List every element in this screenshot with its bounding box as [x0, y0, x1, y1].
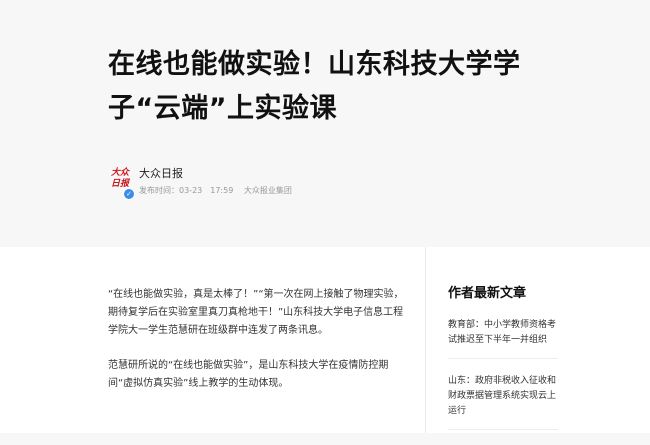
sidebar-article-link[interactable]: 山东：政府非税收入征收和财政票据管理系统实现云上运行 — [448, 374, 558, 430]
article-header: 在线也能做实验！山东科技大学学子“云端”上实验课 大众日报 ✓ 大众日报 发布时… — [0, 0, 650, 247]
sidebar-article-list: 教育部：中小学教师资格考试推迟至下半年一并组织 山东：政府非税收入征收和财政票据… — [448, 318, 558, 445]
sidebar-title: 作者最新文章 — [448, 286, 527, 301]
verified-badge-icon: ✓ — [123, 188, 135, 200]
article-title: 在线也能做实验！山东科技大学学子“云端”上实验课 — [108, 49, 521, 124]
article-meta: 发布时间：03-23 17:59 大众报业集团 — [139, 185, 300, 196]
paragraph: “在线也能做实验，真是太棒了！”“第一次在网上接触了物理实验，期待复学后在实验室… — [108, 289, 404, 336]
author-name[interactable]: 大众日报 — [139, 165, 183, 181]
source-name: 大众报业集团 — [243, 186, 292, 195]
publish-time: 发布时间：03-23 17:59 — [139, 186, 234, 195]
author-avatar[interactable]: 大众日报 ✓ — [107, 162, 135, 200]
column-divider — [425, 247, 426, 433]
paragraph: 范慧研所说的“在线也能做实验”，是山东科技大学在疫情防控期间“虚拟仿真实验”线上… — [108, 360, 389, 389]
article-content: “在线也能做实验，真是太棒了！”“第一次在网上接触了物理实验，期待复学后在实验室… — [108, 286, 408, 410]
sidebar-article-link[interactable]: 教育部：中小学教师资格考试推迟至下半年一并组织 — [448, 318, 558, 359]
author-logo: 大众日报 — [110, 168, 129, 189]
